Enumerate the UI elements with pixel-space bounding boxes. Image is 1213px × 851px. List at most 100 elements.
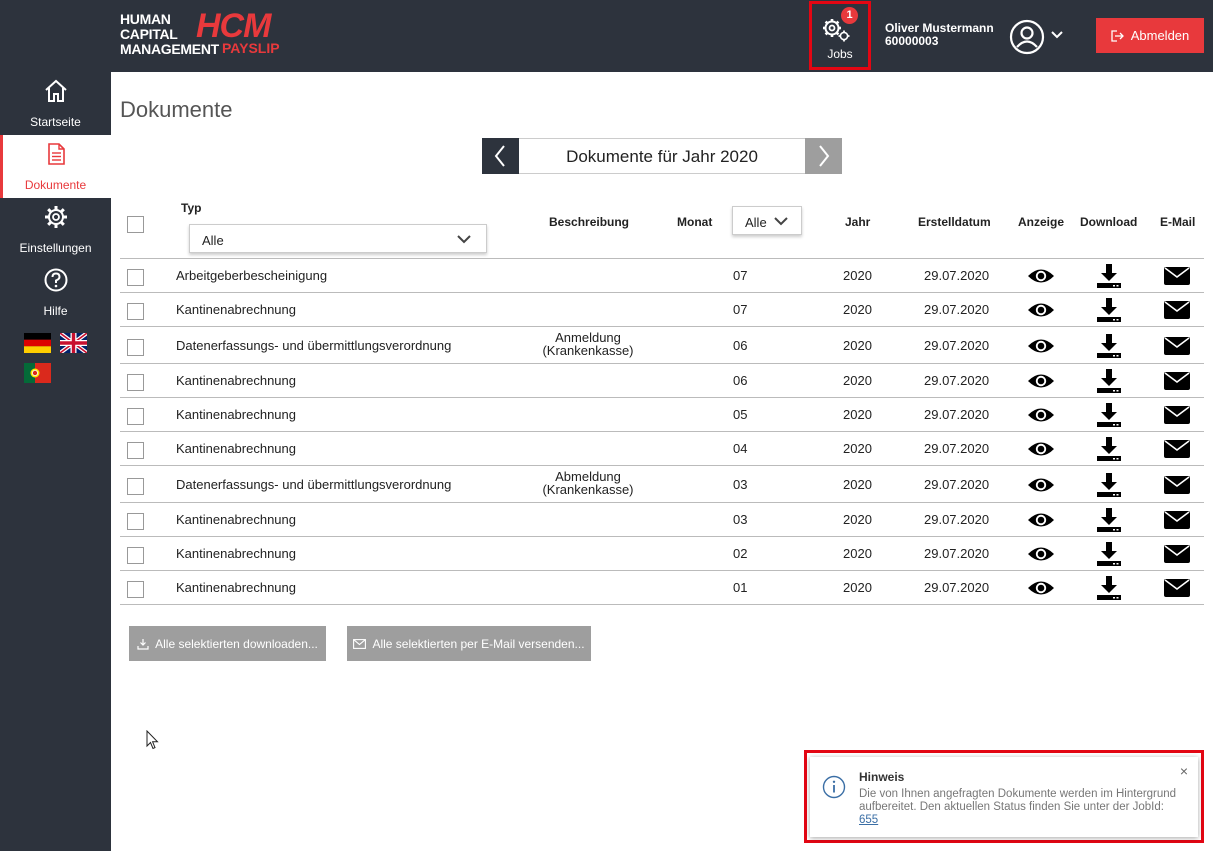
view-eye-icon[interactable] [1027,475,1055,500]
document-icon [48,143,65,165]
row-checkbox[interactable] [127,269,144,286]
cell-monat: 06 [733,338,748,353]
view-eye-icon[interactable] [1027,578,1055,603]
row-checkbox[interactable] [127,408,144,425]
row-checkbox[interactable] [127,581,144,598]
cell-monat: 06 [733,373,748,388]
row-checkbox[interactable] [127,303,144,320]
download-icon[interactable] [1096,575,1122,606]
jobs-button[interactable]: 1 Jobs [809,1,871,70]
email-envelope-icon[interactable] [1164,301,1190,324]
cell-erstelldatum: 29.07.2020 [924,373,990,388]
row-checkbox[interactable] [127,339,144,356]
download-icon[interactable] [1096,297,1122,328]
cell-jahr: 2020 [843,477,872,492]
page-title: Dokumente [120,97,233,122]
table-row: Kantinenabrechnung 06 2020 29.07.2020 [120,363,1204,397]
chevron-down-icon[interactable] [1050,29,1064,41]
download-icon[interactable] [1096,436,1122,467]
envelope-icon [353,638,367,649]
cell-beschreibung-line-2: (Krankenkasse) [542,482,634,497]
download-selected-label: Alle selektierten downloaden... [155,636,318,651]
uk-flag-icon[interactable] [60,333,87,353]
row-checkbox[interactable] [127,442,144,459]
sidebar-item-dokumente[interactable]: Dokumente [0,135,111,198]
table-row: Kantinenabrechnung 02 2020 29.07.2020 [120,536,1204,570]
table-row: Kantinenabrechnung 04 2020 29.07.2020 [120,431,1204,465]
cell-typ: Arbeitgeberbescheinigung [176,268,328,283]
previous-year-button[interactable] [482,138,519,174]
column-header-anzeige: Anzeige [1018,215,1065,229]
table-row: Kantinenabrechnung 01 2020 29.07.2020 [120,570,1204,604]
email-envelope-icon[interactable] [1164,579,1190,602]
download-selected-button[interactable]: Alle selektierten downloaden... [129,626,326,661]
column-header-download: Download [1080,215,1138,229]
table-row: Kantinenabrechnung 07 2020 29.07.2020 [120,292,1204,326]
monat-filter-select[interactable]: Alle [732,206,802,235]
cell-monat: 02 [733,546,748,561]
row-checkbox[interactable] [127,513,144,530]
download-icon[interactable] [1096,472,1122,503]
chevron-down-icon [774,217,788,226]
cell-jahr: 2020 [843,546,872,561]
table-row: Datenerfassungs- und übermittlungsverord… [120,326,1204,363]
download-icon[interactable] [1096,507,1122,538]
toast-title: Hinweis [859,770,905,784]
email-envelope-icon[interactable] [1164,511,1190,534]
view-eye-icon[interactable] [1027,439,1055,464]
cell-beschreibung-line-2: (Krankenkasse) [542,343,634,358]
download-icon[interactable] [1096,402,1122,433]
email-envelope-icon[interactable] [1164,372,1190,395]
download-icon[interactable] [1096,333,1122,364]
next-year-button[interactable] [805,138,842,174]
email-envelope-icon[interactable] [1164,476,1190,499]
email-envelope-icon[interactable] [1164,267,1190,290]
row-checkbox[interactable] [127,374,144,391]
logout-button[interactable]: Abmelden [1096,18,1204,53]
logout-icon [1111,29,1124,42]
view-eye-icon[interactable] [1027,510,1055,535]
toast-close-button[interactable]: × [1180,763,1188,779]
view-eye-icon[interactable] [1027,266,1055,291]
typ-filter-select[interactable]: Alle [189,224,487,253]
cell-erstelldatum: 29.07.2020 [924,580,990,595]
view-eye-icon[interactable] [1027,336,1055,361]
user-avatar-icon[interactable] [1009,19,1045,55]
email-selected-button[interactable]: Alle selektierten per E-Mail versenden..… [347,626,591,661]
email-envelope-icon[interactable] [1164,337,1190,360]
download-icon[interactable] [1096,368,1122,399]
select-all-checkbox[interactable] [127,216,144,233]
sidebar-item-label: Dokumente [24,178,87,192]
job-id-link[interactable]: 655 [859,814,878,826]
cell-typ: Datenerfassungs- und übermittlungsverord… [176,338,452,353]
notification-toast: Hinweis Die von Ihnen angefragten Dokume… [810,757,1198,837]
chevron-down-icon [457,235,471,244]
sidebar-item-startseite[interactable]: Startseite [0,72,111,135]
download-icon[interactable] [1096,541,1122,572]
cell-typ: Kantinenabrechnung [176,302,296,317]
row-checkbox[interactable] [127,547,144,564]
portuguese-flag-icon[interactable] [24,363,51,383]
view-eye-icon[interactable] [1027,371,1055,396]
row-checkbox[interactable] [127,478,144,495]
cell-monat: 01 [733,580,748,595]
email-envelope-icon[interactable] [1164,440,1190,463]
column-header-email: E-Mail [1160,215,1196,229]
toast-message: Die von Ihnen angefragten Dokumente werd… [859,788,1179,827]
view-eye-icon[interactable] [1027,544,1055,569]
view-eye-icon[interactable] [1027,405,1055,430]
cell-monat: 03 [733,512,748,527]
monat-filter-value: Alle [745,215,767,230]
german-flag-icon[interactable] [24,333,51,353]
sidebar-item-hilfe[interactable]: Hilfe [0,261,111,324]
sidebar-item-label: Startseite [30,115,81,129]
download-icon[interactable] [1096,263,1122,294]
email-envelope-icon[interactable] [1164,545,1190,568]
column-header-typ: Typ [181,201,202,215]
user-id: 60000003 [885,34,939,48]
sidebar-item-einstellungen[interactable]: Einstellungen [0,198,111,261]
cell-erstelldatum: 29.07.2020 [924,407,990,422]
logout-label: Abmelden [1130,28,1190,43]
view-eye-icon[interactable] [1027,300,1055,325]
email-envelope-icon[interactable] [1164,406,1190,429]
